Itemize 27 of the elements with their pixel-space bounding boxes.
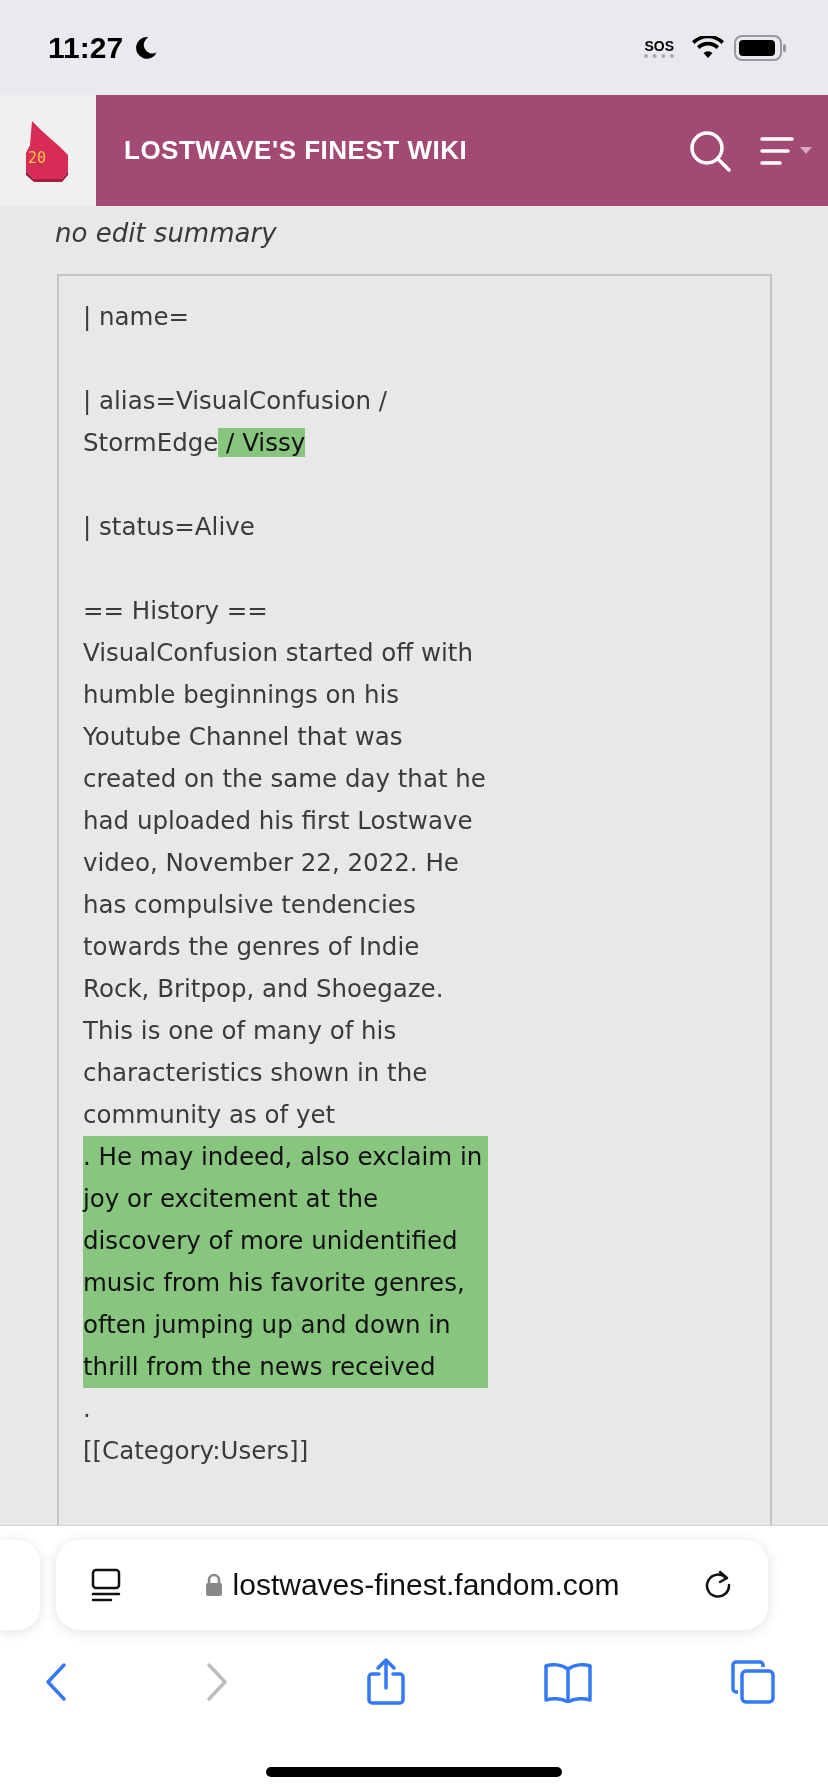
wikitext-line: | alias=VisualConfusion / <box>83 386 388 415</box>
sos-indicator: SOS <box>644 37 674 58</box>
tabs-icon[interactable] <box>730 1659 776 1705</box>
lock-icon <box>204 1573 223 1597</box>
wikitext-line: StormEdge <box>83 428 219 457</box>
back-icon[interactable] <box>44 1662 68 1702</box>
added-text: / Vissy <box>218 428 306 457</box>
bookmarks-icon[interactable] <box>543 1661 593 1703</box>
reader-icon[interactable] <box>90 1567 122 1603</box>
menu-icon[interactable] <box>758 134 814 167</box>
url-text: lostwaves-finest.fandom.com <box>232 1568 620 1602</box>
address-bar[interactable]: lostwaves-finest.fandom.com <box>56 1540 768 1630</box>
clock-time: 11:27 <box>48 30 124 65</box>
edit-summary: no edit summary <box>55 218 278 248</box>
wikitext-line: . <box>83 1394 91 1423</box>
wifi-icon <box>692 35 724 60</box>
added-text: . He may indeed, also exclaim in joy or excitement at the discovery of more unidentified music from his favorite genres, often jumping up and down in thrill from the news received <box>83 1136 488 1388</box>
wikitext-line: == History == <box>83 596 268 625</box>
share-icon[interactable] <box>366 1658 406 1706</box>
moon-icon <box>133 34 160 61</box>
search-icon[interactable] <box>688 128 732 173</box>
wikitext-line: VisualConfusion started off with humble beginnings on his Youtube Channel that was created on the same day that he had uploaded his first Lostwave video, November 22, 2022. He has compulsive tendencies towards the genres of Indie Rock, Britpop, and Shoegaze. This is one of many of his characteristics shown in the community as of yet <box>83 638 486 1129</box>
wikitext-line: | status=Alive <box>83 512 255 541</box>
wikitext-line: | name= <box>83 302 190 331</box>
battery-icon <box>734 34 788 61</box>
wiki-title[interactable]: LOSTWAVE'S FINEST WIKI <box>124 135 662 166</box>
wikitext-line: [[Category:Users]] <box>83 1436 309 1465</box>
